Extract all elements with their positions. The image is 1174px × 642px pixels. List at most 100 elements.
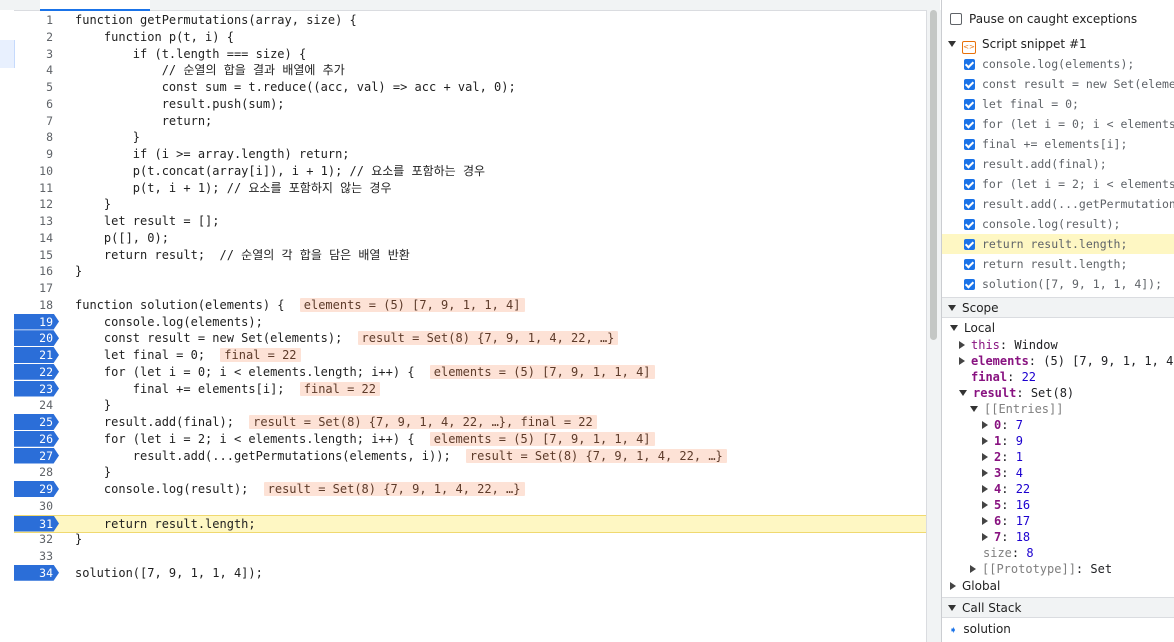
line-number[interactable]: 7 xyxy=(14,113,59,129)
breakpoint-line-number[interactable]: 20 xyxy=(14,330,59,347)
code-line[interactable]: 10 p(t.concat(array[i]), i + 1); // 요소를 … xyxy=(14,163,926,180)
code-line[interactable]: 32} xyxy=(14,531,926,548)
breakpoint-checkbox[interactable] xyxy=(964,99,975,110)
line-number[interactable]: 11 xyxy=(14,180,59,196)
expand-triangle-icon[interactable] xyxy=(970,406,978,412)
code-line[interactable]: 28 } xyxy=(14,464,926,481)
breakpoint-checkbox[interactable] xyxy=(964,139,975,150)
collapsed-triangle-icon[interactable] xyxy=(982,517,988,525)
line-number[interactable]: 33 xyxy=(14,548,59,564)
code-line[interactable]: 23 final += elements[i]; final = 22 xyxy=(14,380,926,398)
breakpoint-checkbox[interactable] xyxy=(964,239,975,250)
collapse-triangle-icon[interactable] xyxy=(948,605,956,611)
collapsed-triangle-icon[interactable] xyxy=(982,469,988,477)
collapsed-triangle-icon[interactable] xyxy=(982,501,988,509)
line-number[interactable]: 9 xyxy=(14,146,59,162)
collapsed-triangle-icon[interactable] xyxy=(950,582,956,590)
line-number[interactable]: 17 xyxy=(14,280,59,296)
collapsed-triangle-icon[interactable] xyxy=(970,565,976,573)
breakpoint-item[interactable]: let final = 0; xyxy=(942,94,1174,114)
code-line[interactable]: 15 return result; // 순열의 각 합을 담은 배열 반환 xyxy=(14,247,926,264)
expand-triangle-icon[interactable] xyxy=(959,390,967,396)
breakpoint-line-number[interactable]: 31 xyxy=(14,515,59,532)
code-line[interactable]: 16} xyxy=(14,263,926,280)
line-number[interactable]: 13 xyxy=(14,213,59,229)
breakpoint-item[interactable]: console.log(result); xyxy=(942,214,1174,234)
line-number[interactable]: 3 xyxy=(14,46,59,62)
callstack-header[interactable]: Call Stack xyxy=(942,597,1174,618)
breakpoint-line-number[interactable]: 26 xyxy=(14,430,59,447)
callstack-frame[interactable]: ➧ solution xyxy=(942,619,1174,639)
breakpoint-line-number[interactable]: 27 xyxy=(14,447,59,464)
pause-caught-checkbox[interactable] xyxy=(950,13,962,25)
code-line[interactable]: 29 console.log(result); result = Set(8) … xyxy=(14,481,926,498)
code-line[interactable]: 4 // 순열의 합을 결과 배열에 추가 xyxy=(14,62,926,79)
code-line[interactable]: 17 xyxy=(14,280,926,297)
line-number[interactable]: 10 xyxy=(14,163,59,179)
code-line[interactable]: 33 xyxy=(14,548,926,565)
code-line[interactable]: 34 solution([7, 9, 1, 1, 4]); xyxy=(14,564,926,582)
breakpoints-file-row[interactable]: <> Script snippet #1 xyxy=(942,34,1174,54)
code-line[interactable]: 22 for (let i = 0; i < elements.length; … xyxy=(14,363,926,381)
code-line[interactable]: 30 xyxy=(14,498,926,515)
breakpoint-checkbox[interactable] xyxy=(964,159,975,170)
breakpoint-line-number[interactable]: 34 xyxy=(14,564,59,581)
breakpoint-checkbox[interactable] xyxy=(964,199,975,210)
line-number[interactable]: 5 xyxy=(14,79,59,95)
code-line[interactable]: 1 function getPermutations(array, size) { xyxy=(14,12,926,29)
line-number[interactable]: 8 xyxy=(14,129,59,145)
breakpoint-line-number[interactable]: 19 xyxy=(14,313,59,330)
code-line[interactable]: 20 const result = new Set(elements); res… xyxy=(14,330,926,347)
code-line[interactable]: 3 if (t.length === size) { xyxy=(14,46,926,63)
code-line[interactable]: 26 for (let i = 2; i < elements.length; … xyxy=(14,430,926,448)
breakpoint-checkbox[interactable] xyxy=(964,59,975,70)
code-line[interactable]: 19 console.log(elements); xyxy=(14,313,926,331)
code-line[interactable]: 9 if (i >= array.length) return; xyxy=(14,146,926,163)
line-number[interactable]: 15 xyxy=(14,247,59,263)
breakpoint-item[interactable]: result.add(...getPermutations(ele xyxy=(942,194,1174,214)
collapse-triangle-icon[interactable] xyxy=(948,305,956,311)
editor-scrollbar[interactable] xyxy=(926,10,941,642)
breakpoint-checkbox[interactable] xyxy=(964,79,975,90)
expand-triangle-icon[interactable] xyxy=(950,325,958,331)
code-line[interactable]: 6 result.push(sum); xyxy=(14,96,926,113)
breakpoint-line-number[interactable]: 29 xyxy=(14,481,59,497)
code-line[interactable]: 21 let final = 0; final = 22 xyxy=(14,347,926,364)
breakpoint-item[interactable]: const result = new Set(elements) xyxy=(942,74,1174,94)
line-number[interactable]: 28 xyxy=(14,464,59,480)
line-number[interactable]: 24 xyxy=(14,397,59,413)
line-number[interactable]: 1 xyxy=(14,12,59,28)
breakpoint-checkbox[interactable] xyxy=(964,279,975,290)
breakpoint-item[interactable]: for (let i = 2; i < elements.leng xyxy=(942,174,1174,194)
breakpoint-line-number[interactable]: 22 xyxy=(14,363,59,380)
breakpoint-checkbox[interactable] xyxy=(964,179,975,190)
tab-script-snippet[interactable] xyxy=(40,0,150,11)
pause-caught-row[interactable]: Pause on caught exceptions xyxy=(942,9,1174,29)
line-number[interactable]: 32 xyxy=(14,531,59,547)
code-line[interactable]: 24 } xyxy=(14,397,926,414)
code-line[interactable]: 14 p([], 0); xyxy=(14,230,926,247)
breakpoint-item[interactable]: return result.length; xyxy=(942,234,1174,254)
collapsed-triangle-icon[interactable] xyxy=(959,341,965,349)
code-editor[interactable]: 1 function getPermutations(array, size) {… xyxy=(14,12,926,642)
code-line[interactable]: 31 return result.length; xyxy=(14,514,926,533)
collapsed-triangle-icon[interactable] xyxy=(982,453,988,461)
code-line[interactable]: 8 } xyxy=(14,129,926,146)
expand-triangle-icon[interactable] xyxy=(948,41,956,47)
breakpoint-line-number[interactable]: 21 xyxy=(14,347,59,363)
breakpoint-item[interactable]: final += elements[i]; xyxy=(942,134,1174,154)
breakpoint-item[interactable]: result.add(final); xyxy=(942,154,1174,174)
line-number[interactable]: 4 xyxy=(14,62,59,78)
code-line[interactable]: 27 result.add(...getPermutations(element… xyxy=(14,447,926,465)
breakpoint-checkbox[interactable] xyxy=(964,219,975,230)
line-number[interactable]: 16 xyxy=(14,263,59,279)
editor-scrollbar-thumb[interactable] xyxy=(930,10,937,340)
scope-global-row[interactable]: Global xyxy=(942,576,1174,596)
line-number[interactable]: 30 xyxy=(14,498,59,514)
breakpoint-item[interactable]: for (let i = 0; i < elements.leng xyxy=(942,114,1174,134)
code-line[interactable]: 7 return; xyxy=(14,113,926,130)
collapsed-triangle-icon[interactable] xyxy=(982,533,988,541)
collapsed-triangle-icon[interactable] xyxy=(982,437,988,445)
line-number[interactable]: 14 xyxy=(14,230,59,246)
breakpoint-checkbox[interactable] xyxy=(964,259,975,270)
